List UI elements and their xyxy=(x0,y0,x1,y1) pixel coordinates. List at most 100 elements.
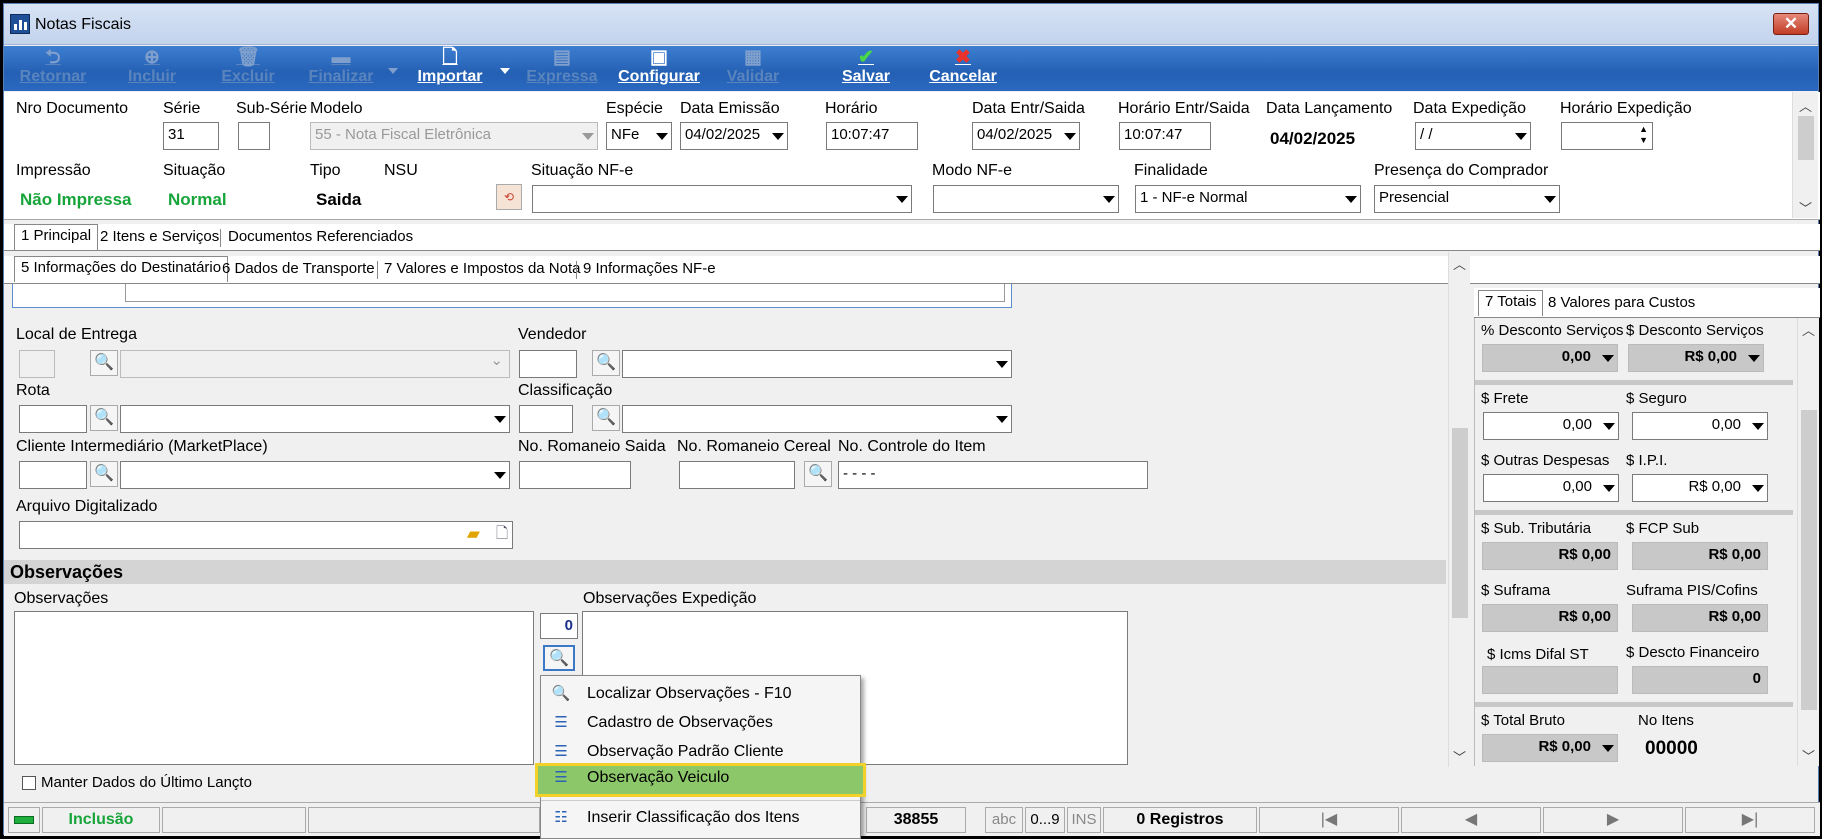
tab-valores-impostos[interactable]: 7 Valores e Impostos da Nota xyxy=(378,258,587,282)
finalizar-button[interactable]: ▬ Finalizar xyxy=(304,46,378,91)
tab-informacoes-nfe[interactable]: 9 Informações NF-e xyxy=(577,258,722,282)
search-icon[interactable]: 🔍 xyxy=(592,350,620,376)
horario-input[interactable]: 10:07:47 xyxy=(826,122,918,150)
scroll-up-icon[interactable]: ︿ xyxy=(1798,320,1819,338)
rota-code[interactable] xyxy=(19,405,87,433)
last-record-button[interactable]: ▶| xyxy=(1685,807,1815,833)
tab-documentos-referenciados[interactable]: Documentos Referenciados xyxy=(222,226,419,250)
importar-dropdown-icon[interactable] xyxy=(500,68,510,74)
cancel-icon: ✖ xyxy=(955,47,971,68)
retornar-button[interactable]: ⮌ Retornar xyxy=(18,46,88,91)
cliente-intermediario-select[interactable] xyxy=(120,461,510,489)
scroll-up-icon[interactable]: ︿ xyxy=(1449,254,1470,272)
suframa-pis-label: Suframa PIS/Cofins xyxy=(1626,582,1758,599)
folder-icon[interactable]: ▰ xyxy=(467,524,480,544)
prev-record-button[interactable]: ◀ xyxy=(1401,807,1541,833)
search-icon[interactable]: 🔍 xyxy=(804,461,832,487)
next-record-button[interactable]: ▶ xyxy=(1543,807,1683,833)
scroll-down-icon[interactable]: ﹀ xyxy=(1449,747,1470,765)
nsu-refresh-icon[interactable]: ⟲ xyxy=(496,184,522,210)
totals-scrollbar[interactable]: ︿ ﹀ xyxy=(1797,318,1819,766)
observacoes-label: Observações xyxy=(14,590,109,607)
excluir-button[interactable]: 🗑 Excluir xyxy=(218,46,278,91)
modelo-select[interactable]: 55 - Nota Fiscal Eletrônica xyxy=(310,122,598,150)
ipi-field[interactable]: R$ 0,00 xyxy=(1632,474,1768,502)
search-icon[interactable]: 🔍 xyxy=(90,350,118,376)
scroll-down-icon[interactable]: ﹀ xyxy=(1793,198,1818,216)
search-icon[interactable]: 🔍 xyxy=(90,461,118,487)
serie-input[interactable]: 31 xyxy=(163,122,219,150)
sit-nfe-select[interactable] xyxy=(532,185,912,213)
scroll-thumb[interactable] xyxy=(1798,116,1814,160)
search-icon[interactable]: 🔍 xyxy=(592,405,620,431)
scroll-down-icon[interactable]: ﹀ xyxy=(1798,746,1819,764)
scroll-up-icon[interactable]: ︿ xyxy=(1793,96,1818,114)
horario-entr-input[interactable]: 10:07:47 xyxy=(1119,122,1211,150)
scroll-thumb[interactable] xyxy=(1452,428,1468,618)
frete-field[interactable]: 0,00 xyxy=(1483,412,1619,440)
frete-label: $ Frete xyxy=(1481,390,1529,407)
data-exp-input[interactable]: / / xyxy=(1415,122,1531,150)
main-scrollbar[interactable]: ︿ ﹀ xyxy=(1448,252,1470,767)
outras-despesas-field[interactable]: 0,00 xyxy=(1483,474,1619,502)
subserie-label: Sub-Série xyxy=(236,100,308,117)
tab-itens-servicos[interactable]: 2 Itens e Serviços xyxy=(94,226,225,250)
romaneio-saida-input[interactable] xyxy=(519,461,631,489)
menu-item-padrao-cliente[interactable]: ☰ Observação Padrão Cliente xyxy=(541,738,860,766)
finalizar-dropdown-icon[interactable] xyxy=(388,68,398,74)
data-entr-input[interactable]: 04/02/2025 xyxy=(972,122,1080,150)
tab-valores-custos[interactable]: 8 Valores para Custos xyxy=(1542,292,1701,316)
modo-nfe-select[interactable] xyxy=(933,185,1119,213)
tab-transporte[interactable]: 6 Dados de Transporte xyxy=(216,258,381,282)
classificacao-code[interactable] xyxy=(519,405,573,433)
menu-item-localizar[interactable]: 🔍 Localizar Observações - F10 xyxy=(541,680,860,708)
search-icon[interactable]: 🔍 xyxy=(90,405,118,431)
desc-serv-field[interactable]: R$ 0,00 xyxy=(1628,344,1764,372)
desc-serv-pct-field[interactable]: 0,00 xyxy=(1482,344,1618,372)
subserie-input[interactable] xyxy=(238,122,270,150)
tab-destinatario[interactable]: 5 Informações do Destinatário xyxy=(14,256,229,282)
presenca-select[interactable]: Presencial xyxy=(1374,185,1560,213)
scroll-thumb[interactable] xyxy=(1801,410,1817,710)
importar-button[interactable]: 🗋 Importar xyxy=(409,46,491,91)
vendedor-select[interactable] xyxy=(622,350,1012,378)
destinatario-field[interactable] xyxy=(12,284,1012,308)
desc-serv-label: $ Desconto Serviços xyxy=(1626,322,1764,339)
tab-principal[interactable]: 1 Principal xyxy=(14,224,99,250)
observacoes-search-button[interactable]: 🔍 xyxy=(543,645,575,671)
expressa-button[interactable]: ▤ Expressa xyxy=(524,46,600,91)
menu-item-inserir-classificacao[interactable]: ☷ Inserir Classificação dos Itens xyxy=(541,804,860,832)
file-icon[interactable]: 🗋 xyxy=(496,523,508,548)
controle-item-input[interactable]: - - - - xyxy=(838,461,1148,489)
first-record-button[interactable]: |◀ xyxy=(1259,807,1399,833)
seguro-field[interactable]: 0,00 xyxy=(1632,412,1768,440)
spinner-icon[interactable]: ▲ ▼ xyxy=(1639,124,1648,146)
data-emissao-input[interactable]: 04/02/2025 xyxy=(680,122,788,150)
chevron-down-icon xyxy=(1602,745,1614,752)
menu-item-cadastro[interactable]: ☰ Cadastro de Observações xyxy=(541,709,860,737)
vendedor-code[interactable] xyxy=(519,350,577,378)
especie-select[interactable]: NFe xyxy=(606,122,672,150)
romaneio-cereal-input[interactable] xyxy=(679,461,795,489)
cancelar-button[interactable]: ✖ Cancelar xyxy=(926,46,1000,91)
local-entrega-code[interactable] xyxy=(19,350,55,378)
header-scrollbar[interactable]: ︿ ﹀ xyxy=(1792,92,1818,218)
observacoes-textarea[interactable] xyxy=(14,611,534,765)
total-bruto-field[interactable]: R$ 0,00 xyxy=(1482,734,1618,762)
finalidade-select[interactable]: 1 - NF-e Normal xyxy=(1135,185,1361,213)
configurar-button[interactable]: ▣ Configurar xyxy=(616,46,702,91)
menu-item-veiculo[interactable]: ☰ Observação Veiculo xyxy=(535,763,866,797)
arquivo-input[interactable]: ▰ 🗋 xyxy=(19,521,513,549)
horario-exp-input[interactable]: ▲ ▼ xyxy=(1561,122,1653,150)
validar-button[interactable]: ▦ Validar xyxy=(722,46,784,91)
classificacao-select[interactable] xyxy=(622,405,1012,433)
cliente-intermediario-code[interactable] xyxy=(19,461,87,489)
incluir-button[interactable]: ⊕ Incluir xyxy=(120,46,184,91)
salvar-button[interactable]: ✔ Salvar xyxy=(836,46,896,91)
rota-select[interactable] xyxy=(120,405,510,433)
local-entrega-select[interactable]: ⌄ xyxy=(120,350,510,378)
tab-totais[interactable]: 7 Totais xyxy=(1478,290,1544,316)
document-icon: ▤ xyxy=(553,47,571,68)
manter-dados-checkbox[interactable] xyxy=(22,776,36,790)
close-button[interactable]: ✕ xyxy=(1773,13,1809,35)
